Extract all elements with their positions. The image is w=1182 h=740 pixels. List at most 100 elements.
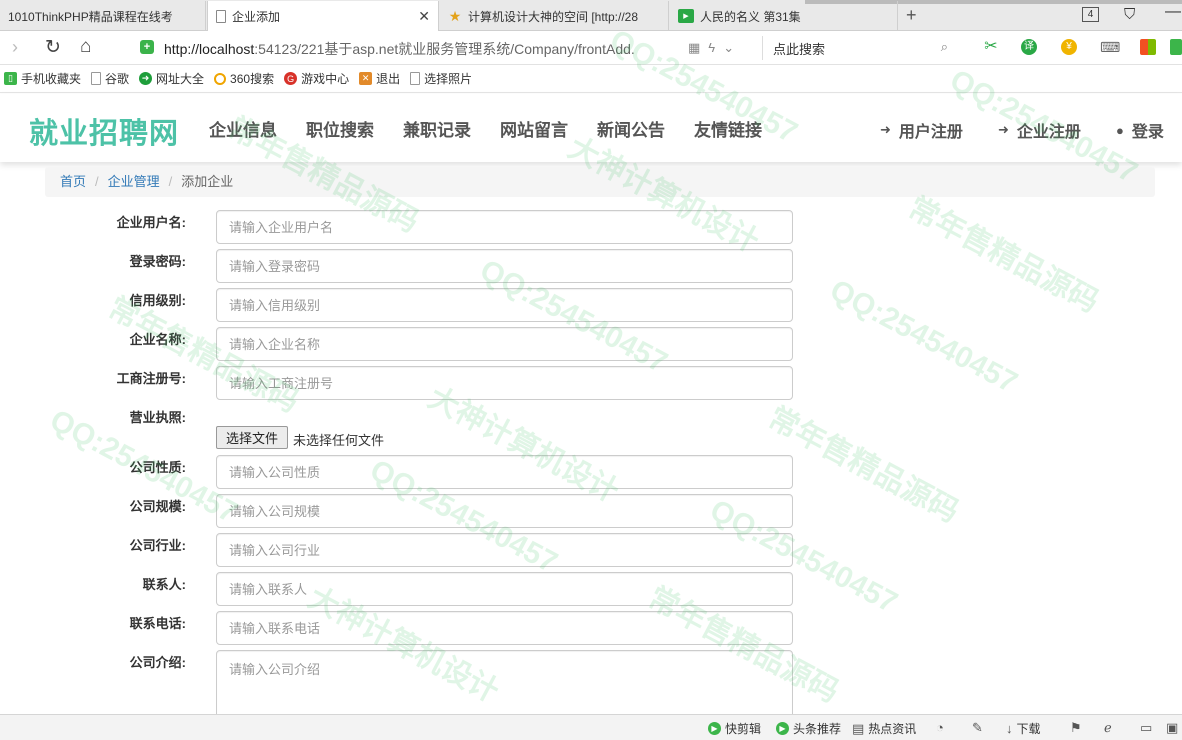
password-input[interactable]	[216, 249, 793, 283]
star-icon: ★	[448, 7, 462, 24]
download-icon: ↓	[1006, 721, 1013, 736]
breadcrumb-current: 添加企业	[181, 174, 234, 189]
company-intro-label: 公司介绍:	[129, 655, 186, 670]
status-tools[interactable]: ✎	[972, 720, 987, 736]
business-license-label: 营业执照:	[129, 410, 186, 425]
apps-grid-icon[interactable]	[1140, 39, 1156, 55]
company-scale-label: 公司规模:	[129, 499, 186, 514]
translate-icon[interactable]: 译	[1021, 39, 1037, 55]
contact-person-input[interactable]	[216, 572, 793, 606]
bookmark-photos[interactable]: 选择照片	[410, 70, 472, 87]
company-nature-input[interactable]	[216, 455, 793, 489]
company-register-link[interactable]: ➜ 企业注册	[998, 118, 1081, 142]
watermark-text: 常年售精品源码	[902, 191, 1104, 319]
contact-person-label: 联系人:	[142, 577, 186, 592]
breadcrumb-home[interactable]: 首页	[60, 174, 86, 189]
registration-number-input[interactable]	[216, 366, 793, 400]
status-ie[interactable]: ℯ	[1104, 720, 1116, 736]
status-zoom[interactable]: ▣	[1166, 720, 1182, 736]
gamepad-icon[interactable]: ⌨	[1100, 39, 1120, 55]
bookmark-360-search[interactable]: 360搜索	[214, 70, 274, 87]
username-label: 企业用户名:	[116, 215, 186, 230]
user-icon: ●	[1116, 122, 1124, 138]
nav-parttime[interactable]: 兼职记录	[403, 116, 471, 141]
360-search-icon	[214, 72, 227, 85]
browser-status-bar: ▶ 快剪辑 ▶ 头条推荐 ▤ 热点资讯 ◔ ✎ ↓ 下载 ⚑ ℯ ▭ ▣	[0, 714, 1182, 740]
bookmark-google[interactable]: 谷歌	[91, 70, 129, 87]
breadcrumb-company-manage[interactable]: 企业管理	[108, 174, 160, 189]
lightning-icon[interactable]: ϟ	[708, 40, 723, 55]
address-tools: ▦ϟ⌄	[688, 40, 742, 56]
window-icon: ▭	[1140, 720, 1153, 735]
chevron-down-icon[interactable]: ⌄	[723, 40, 742, 55]
contact-phone-input[interactable]	[216, 611, 793, 645]
minimize-icon[interactable]: —	[1165, 3, 1181, 21]
company-industry-label: 公司行业:	[129, 538, 186, 553]
skin-shirt-icon[interactable]: ⛉	[1124, 6, 1135, 23]
tab-renmin-video[interactable]: ▶ 人民的名义 第31集	[670, 1, 898, 31]
company-register-label: 企业注册	[1016, 124, 1081, 141]
close-icon[interactable]: ✕	[418, 8, 430, 25]
status-download[interactable]: ↓ 下载	[1006, 720, 1041, 737]
bookmark-games[interactable]: G 游戏中心	[284, 70, 349, 87]
tab-count-badge[interactable]: 4	[1082, 7, 1099, 22]
site-logo[interactable]: 就业招聘网	[29, 110, 179, 152]
gauge-icon: ◔	[936, 720, 944, 735]
scissors-icon[interactable]: ✂	[983, 39, 999, 55]
reload-icon[interactable]: ↻	[45, 36, 61, 59]
bookmark-hao123[interactable]: ➜ 网址大全	[139, 70, 204, 87]
status-headlines[interactable]: ▶ 头条推荐	[776, 720, 841, 737]
compass-icon: ➜	[139, 72, 153, 85]
search-icon[interactable]: ⌕	[941, 39, 948, 55]
nav-news[interactable]: 新闻公告	[597, 116, 665, 141]
bookmark-label: 360搜索	[230, 72, 275, 86]
bookmark-mobile[interactable]: ▯ 手机收藏夹	[4, 70, 81, 87]
bookmark-label: 手机收藏夹	[21, 72, 82, 86]
tab-designer-space[interactable]: ★ 计算机设计大神的空间 [http://28	[440, 1, 669, 31]
status-quick-clip[interactable]: ▶ 快剪辑	[708, 720, 761, 737]
page-icon	[91, 72, 102, 85]
company-name-input[interactable]	[216, 327, 793, 361]
nav-company-info[interactable]: 企业信息	[209, 116, 277, 141]
company-username-input[interactable]	[216, 210, 793, 244]
bookmark-label: 游戏中心	[301, 72, 350, 86]
grid-icon[interactable]: ▦	[688, 40, 708, 55]
user-register-label: 用户注册	[898, 124, 963, 141]
choose-file-button[interactable]: 选择文件	[216, 426, 288, 449]
bookmark-exit[interactable]: ✕ 退出	[359, 70, 400, 87]
credit-level-input[interactable]	[216, 288, 793, 322]
user-register-link[interactable]: ➜ 用户注册	[880, 118, 963, 142]
forward-arrow-icon[interactable]: ›	[12, 37, 18, 58]
search-box[interactable]: 点此搜索 ⌕	[762, 36, 956, 60]
status-speed[interactable]: ◔	[936, 720, 948, 735]
bookmark-label: 选择照片	[424, 72, 473, 86]
extension-icon[interactable]	[1170, 39, 1182, 55]
login-label: 登录	[1131, 124, 1164, 141]
new-tab-plus-icon[interactable]: +	[906, 5, 917, 26]
play-icon: ▶	[776, 722, 789, 735]
company-scale-input[interactable]	[216, 494, 793, 528]
home-icon[interactable]: ⌂	[80, 36, 91, 58]
status-window[interactable]: ▭	[1140, 720, 1156, 736]
breadcrumb: 首页 / 企业管理 / 添加企业	[45, 167, 1155, 197]
status-flag[interactable]: ⚑	[1070, 720, 1086, 736]
nav-job-search[interactable]: 职位搜索	[306, 116, 374, 141]
tab-thinkphp-course[interactable]: 1010ThinkPHP精品课程在线考	[0, 1, 206, 31]
watermark-text: QQ:254540457	[824, 273, 1023, 400]
url-host: http://localhost	[164, 41, 255, 57]
breadcrumb-separator: /	[168, 174, 173, 189]
coin-icon[interactable]: ¥	[1061, 39, 1077, 55]
contact-phone-label: 联系电话:	[129, 616, 186, 631]
url-field[interactable]: http://localhost:54123/221基于asp.net就业服务管…	[164, 39, 635, 59]
tab-company-add[interactable]: 企业添加 ✕	[207, 1, 439, 32]
nav-links[interactable]: 友情链接	[694, 116, 762, 141]
bookmark-label: 网址大全	[156, 72, 205, 86]
status-hot-news[interactable]: ▤ 热点资讯	[852, 720, 916, 737]
nav-messages[interactable]: 网站留言	[500, 116, 568, 141]
news-icon: ▤	[852, 720, 865, 736]
company-industry-input[interactable]	[216, 533, 793, 567]
registration-number-label: 工商注册号:	[116, 371, 186, 386]
main-nav: 企业信息 职位搜索 兼职记录 网站留言 新闻公告 友情链接	[209, 116, 791, 141]
login-link[interactable]: ● 登录	[1116, 118, 1164, 142]
ie-icon: ℯ	[1104, 720, 1112, 735]
